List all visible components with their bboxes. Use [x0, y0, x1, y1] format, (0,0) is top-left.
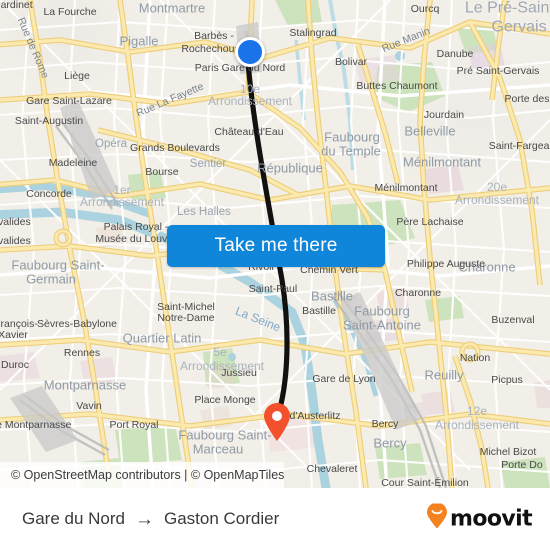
map-attribution: © OpenStreetMap contributors | © OpenMap… [0, 462, 285, 488]
moovit-logo[interactable]: moovit [426, 502, 533, 535]
route-summary: Gare du Nord → Gaston Cordier [22, 509, 279, 529]
arrow-right-icon: → [135, 508, 154, 530]
destination-label: Gaston Cordier [164, 509, 280, 528]
origin-label: Gare du Nord [22, 509, 125, 528]
moovit-pin-icon [426, 502, 448, 535]
map-canvas[interactable]: JardinetLa FourcheMontmartreStalingradOu… [0, 0, 550, 488]
take-me-there-button[interactable]: Take me there [167, 225, 385, 267]
footer-bar: Gare du Nord → Gaston Cordier moovit [0, 488, 550, 550]
moovit-wordmark: moovit [450, 506, 533, 532]
destination-marker[interactable] [262, 402, 292, 442]
origin-marker[interactable] [235, 37, 265, 67]
attribution-text: © OpenStreetMap contributors | © OpenMap… [11, 468, 285, 482]
map-screenshot: JardinetLa FourcheMontmartreStalingradOu… [0, 0, 550, 550]
